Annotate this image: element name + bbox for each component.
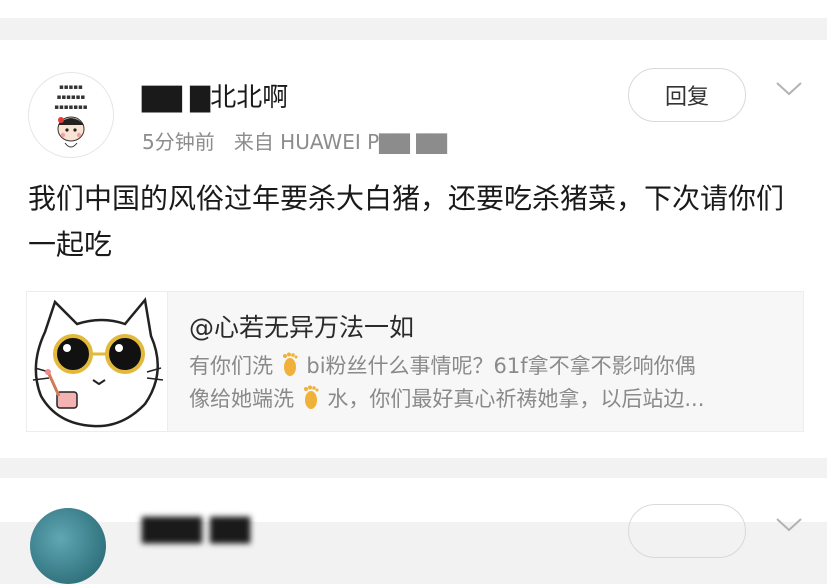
user-avatar[interactable]: ▪▪▪▪▪ ▪▪▪▪▪▪ ▪▪▪▪▪▪▪ (28, 72, 114, 158)
comment-text: 我们中国的风俗过年要杀大白猪，还要吃杀猪菜，下次请你们一起吃 (28, 182, 785, 261)
quoted-text: 有你们洗 bi粉丝什么事情呢？61f拿不拿不影响你偶 像给她端洗 水，你们最好真… (189, 350, 789, 416)
svg-text:▪▪▪▪▪: ▪▪▪▪▪ (59, 83, 83, 91)
previous-comment-card (0, 0, 827, 18)
chevron-down-icon[interactable] (774, 80, 804, 98)
foot-emoji-icon (303, 385, 319, 409)
quoted-post-thumbnail (27, 292, 168, 431)
cat-with-sunglasses-icon (32, 297, 164, 428)
svg-text:▪▪▪▪▪▪▪: ▪▪▪▪▪▪▪ (54, 103, 87, 111)
username[interactable]: ▇▇ ▇北北啊 (142, 77, 288, 114)
post-source: 来自 HUAWEI P▇▇ ▇▇ (233, 130, 448, 154)
foot-emoji-icon (282, 352, 298, 376)
next-comment-card: ▇▇▇ ▇▇ (0, 478, 827, 584)
quoted-post[interactable]: @心若无异万法一如 有你们洗 bi粉丝什么事情呢？61f拿不拿不影响你偶 像给她… (26, 291, 804, 432)
svg-text:▪▪▪▪▪▪: ▪▪▪▪▪▪ (57, 93, 86, 101)
reply-button-label: 回复 (664, 85, 709, 110)
chevron-down-icon[interactable] (774, 516, 804, 534)
next-user-avatar[interactable] (30, 508, 106, 584)
reply-button[interactable]: 回复 (628, 68, 746, 122)
next-reply-button[interactable] (628, 504, 746, 558)
comment-card: ▪▪▪▪▪ ▪▪▪▪▪▪ ▪▪▪▪▪▪▪ ▇▇ ▇北北啊 5分钟前 来自 HUA… (0, 40, 827, 458)
cartoon-girl-avatar-icon: ▪▪▪▪▪ ▪▪▪▪▪▪ ▪▪▪▪▪▪▪ (54, 83, 88, 148)
quoted-username[interactable]: @心若无异万法一如 (189, 308, 414, 344)
next-username[interactable]: ▇▇▇ ▇▇ (142, 514, 250, 544)
comment-meta: 5分钟前 来自 HUAWEI P▇▇ ▇▇ (142, 126, 447, 155)
post-time: 5分钟前 (142, 130, 215, 154)
